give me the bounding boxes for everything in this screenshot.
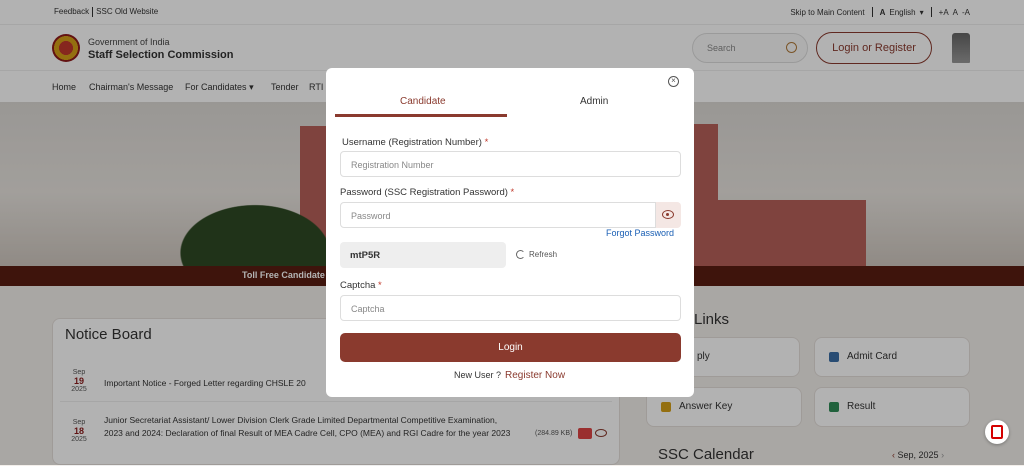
password-field[interactable]: Password xyxy=(340,202,656,228)
pdf-icon xyxy=(991,425,1003,439)
eye-icon xyxy=(662,210,674,219)
refresh-captcha-button[interactable]: Refresh xyxy=(516,250,558,260)
login-button[interactable]: Login xyxy=(340,333,681,362)
username-field[interactable]: Registration Number xyxy=(340,151,681,177)
password-label-text: Password (SSC Registration Password) xyxy=(340,187,508,198)
new-user-text: New User ? xyxy=(454,370,502,380)
username-placeholder: Registration Number xyxy=(351,160,434,170)
required-mark: * xyxy=(378,280,382,291)
close-icon[interactable]: × xyxy=(668,76,679,87)
required-mark: * xyxy=(484,137,489,148)
captcha-label-text: Captcha xyxy=(340,280,376,291)
show-password-button[interactable] xyxy=(656,202,681,228)
forgot-password-link[interactable]: Forgot Password xyxy=(606,228,674,238)
active-tab-indicator xyxy=(335,114,507,117)
tab-admin[interactable]: Admin xyxy=(580,96,608,107)
captcha-image: mtP5R xyxy=(340,242,506,268)
register-now-link[interactable]: Register Now xyxy=(505,370,565,381)
pdf-float-button[interactable] xyxy=(985,420,1009,444)
tab-candidate[interactable]: Candidate xyxy=(400,96,446,107)
login-modal: × Candidate Admin Username (Registration… xyxy=(326,68,694,397)
password-placeholder: Password xyxy=(351,211,391,221)
username-label: Username (Registration Number) * xyxy=(342,137,488,148)
required-mark: * xyxy=(510,187,515,198)
username-label-text: Username (Registration Number) xyxy=(342,137,482,148)
refresh-icon xyxy=(516,250,525,260)
refresh-label: Refresh xyxy=(529,250,558,259)
captcha-label: Captcha * xyxy=(340,280,382,291)
new-user-prompt: New User ? Register Now xyxy=(454,370,565,381)
captcha-field[interactable]: Captcha xyxy=(340,295,681,321)
password-label: Password (SSC Registration Password) * xyxy=(340,187,514,198)
captcha-placeholder: Captcha xyxy=(351,304,385,314)
